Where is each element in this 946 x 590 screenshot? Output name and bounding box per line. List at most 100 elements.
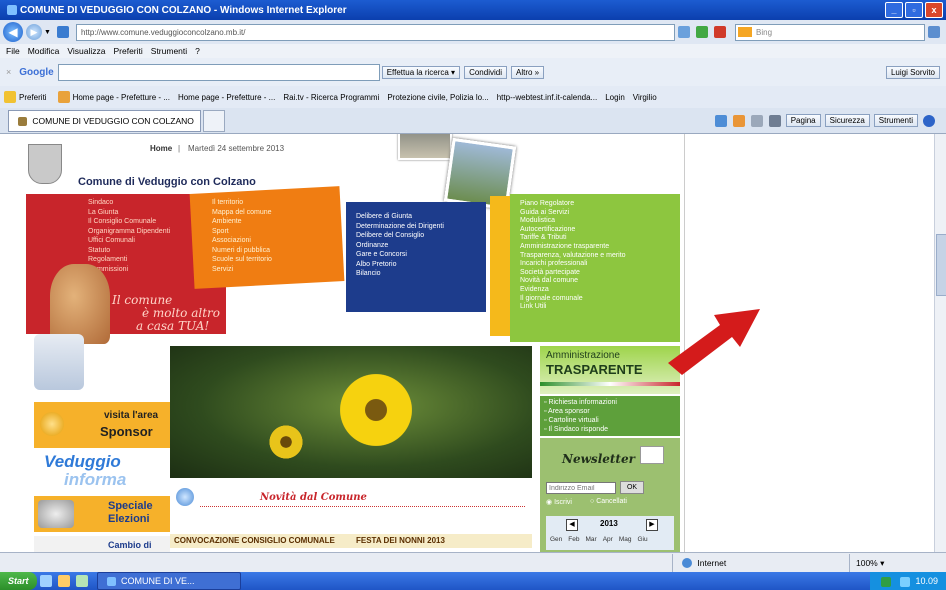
menu-link[interactable]: La Giunta bbox=[88, 208, 170, 218]
menu-link[interactable]: Ordinanze bbox=[356, 241, 444, 251]
menu-link[interactable]: Scuole sul territorio bbox=[212, 255, 272, 265]
zoom-control[interactable]: 100% ▾ bbox=[849, 553, 946, 572]
help-icon[interactable] bbox=[923, 114, 935, 127]
menu-link[interactable]: Associazioni bbox=[212, 236, 272, 246]
menu-visualizza[interactable]: Visualizza bbox=[67, 46, 105, 56]
email-input[interactable] bbox=[546, 482, 616, 494]
menu-link[interactable]: Il Consiglio Comunale bbox=[88, 217, 170, 227]
menu-help[interactable]: ? bbox=[195, 46, 200, 56]
menu-link[interactable]: Albo Pretorio bbox=[356, 260, 444, 270]
news-item[interactable]: CONVOCAZIONE CONSIGLIO COMUNALE bbox=[174, 536, 335, 545]
menu-link[interactable]: Sindaco bbox=[88, 198, 170, 208]
right-link[interactable]: ▫ Richiesta informazioni bbox=[544, 398, 676, 407]
menu-file[interactable]: File bbox=[6, 46, 20, 56]
trasparenza-banner[interactable]: Amministrazione TRASPARENTE bbox=[540, 346, 680, 394]
elezioni-banner[interactable]: Speciale Elezioni bbox=[34, 496, 170, 532]
menu-link[interactable]: Guida ai Servizi bbox=[520, 209, 626, 218]
menu-link[interactable]: Modulistica bbox=[520, 217, 626, 226]
taskbar-window-button[interactable]: COMUNE DI VE... bbox=[96, 572, 241, 590]
prev-year-button[interactable]: ◀ bbox=[566, 519, 578, 531]
menu-preferiti[interactable]: Preferiti bbox=[113, 46, 142, 56]
radio-unsubscribe[interactable]: ○ Cancellati bbox=[590, 498, 627, 505]
scrollbar-thumb[interactable] bbox=[936, 234, 946, 296]
menu-link[interactable]: Novità dal comune bbox=[520, 277, 626, 286]
favorite-item[interactable]: Virgilio bbox=[633, 93, 657, 102]
menu-link[interactable]: Regolamenti bbox=[88, 255, 170, 265]
sponsor-banner[interactable]: visita l'area Sponsor bbox=[34, 402, 170, 448]
feeds-icon[interactable] bbox=[732, 114, 745, 127]
favorite-item[interactable]: http--webtest.inf.it-calenda... bbox=[497, 93, 598, 102]
favorite-item[interactable]: Protezione civile, Polizia lo... bbox=[387, 93, 488, 102]
tab-active[interactable]: COMUNE DI VEDUGGIO CON COLZANO bbox=[8, 109, 201, 132]
mail-icon[interactable] bbox=[750, 114, 763, 127]
ok-button[interactable]: OK bbox=[620, 481, 644, 494]
radio-subscribe[interactable]: ◉ Iscrivi bbox=[546, 498, 572, 506]
menu-link[interactable]: Mappa del comune bbox=[212, 208, 272, 218]
veduggio-informa-banner[interactable]: Veduggio informa bbox=[34, 452, 170, 492]
print-icon[interactable] bbox=[768, 114, 781, 127]
menu-modifica[interactable]: Modifica bbox=[28, 46, 60, 56]
vertical-scrollbar[interactable] bbox=[934, 134, 946, 552]
news-item[interactable]: FESTA DEI NONNI 2013 bbox=[356, 536, 445, 545]
menu-link[interactable]: Organigramma Dipendenti bbox=[88, 227, 170, 237]
google-search-input[interactable] bbox=[57, 63, 380, 81]
add-favorite-icon[interactable] bbox=[57, 91, 70, 103]
google-search-button[interactable]: Effettua la ricerca ▾ bbox=[381, 65, 461, 79]
month-item[interactable]: Feb bbox=[568, 536, 579, 543]
menu-link[interactable]: Trasparenza, valutazione e merito bbox=[520, 252, 626, 261]
right-link[interactable]: ▫ Il Sindaco risponde bbox=[544, 425, 676, 434]
menu-link[interactable]: Delibere di Giunta bbox=[356, 212, 444, 222]
month-item[interactable]: Mar bbox=[586, 536, 597, 543]
menu-strumenti[interactable]: Strumenti bbox=[151, 46, 187, 56]
menu-link[interactable]: Incarichi professionali bbox=[520, 260, 626, 269]
month-item[interactable]: Gen bbox=[550, 536, 562, 543]
back-icon[interactable]: ◀ bbox=[3, 22, 23, 42]
menu-link[interactable]: Bilancio bbox=[356, 269, 444, 279]
menu-link[interactable]: Sport bbox=[212, 227, 272, 237]
menu-link[interactable]: Servizi bbox=[212, 265, 272, 275]
toolbar-close-icon[interactable]: × bbox=[6, 67, 11, 77]
refresh-icon[interactable] bbox=[678, 26, 690, 38]
menu-link[interactable]: Uffici Comunali bbox=[88, 236, 170, 246]
menu-link[interactable]: Statuto bbox=[88, 246, 170, 256]
home-link[interactable]: Home bbox=[150, 144, 172, 153]
tray-icon[interactable] bbox=[881, 576, 892, 587]
home-icon[interactable] bbox=[714, 114, 727, 127]
menu-link[interactable]: Gare e Concorsi bbox=[356, 250, 444, 260]
next-year-button[interactable]: ▶ bbox=[646, 519, 658, 531]
month-item[interactable]: Apr bbox=[603, 536, 613, 543]
share-button[interactable]: Condividi bbox=[464, 65, 507, 79]
menu-link[interactable]: Il giornale comunale bbox=[520, 295, 626, 304]
url-input[interactable]: http://www.comune.veduggioconcolzano.mb.… bbox=[75, 23, 675, 41]
search-go-icon[interactable] bbox=[928, 26, 940, 38]
favorite-item[interactable]: Home page - Prefetture - ... bbox=[178, 93, 275, 102]
favorite-item[interactable]: Rai.tv - Ricerca Programmi bbox=[283, 93, 379, 102]
menu-link[interactable]: Evidenza bbox=[520, 286, 626, 295]
menu-link[interactable]: Società partecipate bbox=[520, 269, 626, 278]
menu-link[interactable]: Piano Regolatore bbox=[520, 200, 626, 209]
right-link[interactable]: ▫ Area sponsor bbox=[544, 407, 676, 416]
more-button[interactable]: Altro » bbox=[510, 65, 545, 79]
right-link[interactable]: ▫ Cartoline virtuali bbox=[544, 416, 676, 425]
network-icon[interactable] bbox=[899, 576, 910, 587]
menu-link[interactable]: Delibere del Consiglio bbox=[356, 231, 444, 241]
close-button[interactable]: x bbox=[925, 2, 943, 18]
quicklaunch-icon[interactable] bbox=[39, 575, 52, 587]
favorite-item[interactable]: Login bbox=[605, 93, 625, 102]
start-button[interactable]: Start bbox=[0, 572, 37, 590]
menu-link[interactable]: Numeri di pubblica bbox=[212, 246, 272, 256]
menu-link[interactable]: Autocertificazione bbox=[520, 226, 626, 235]
month-item[interactable]: Mag bbox=[619, 536, 632, 543]
menu-link[interactable]: Ambiente bbox=[212, 217, 272, 227]
tools-menu[interactable]: Strumenti bbox=[873, 114, 918, 127]
go-icon[interactable] bbox=[696, 26, 708, 38]
menu-link[interactable]: Link Utili bbox=[520, 303, 626, 312]
safety-menu[interactable]: Sicurezza bbox=[824, 114, 870, 127]
user-menu-button[interactable]: Luigi Sorvito bbox=[885, 65, 940, 79]
favorites-button[interactable]: Preferiti bbox=[19, 93, 47, 102]
stop-icon[interactable] bbox=[714, 26, 726, 38]
menu-link[interactable]: Determinazione dei Dirigenti bbox=[356, 222, 444, 232]
page-menu[interactable]: Pagina bbox=[785, 114, 821, 127]
history-dropdown-icon[interactable]: ▼ bbox=[44, 29, 51, 36]
quicklaunch-icon[interactable] bbox=[57, 575, 70, 587]
